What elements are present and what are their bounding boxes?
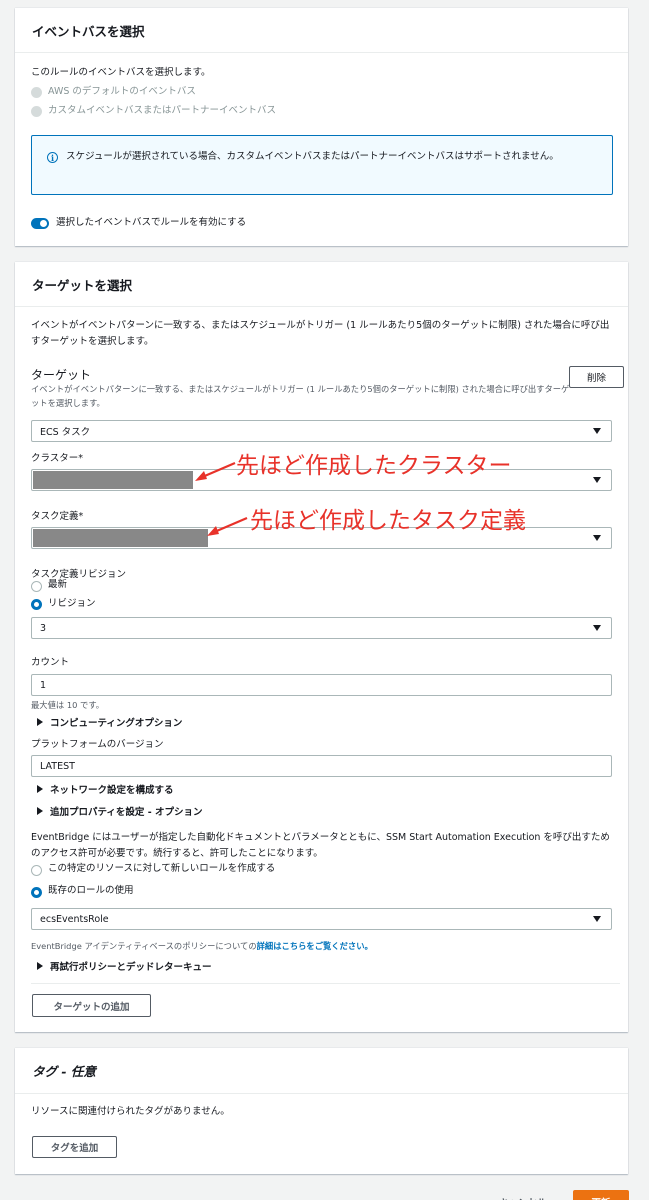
info-alert: i スケジュールが選択されている場合、カスタムイベントバスまたはパートナーイベン… [31, 135, 613, 195]
radio-latest-label: 最新 [48, 579, 68, 590]
role-select[interactable]: ecsEventsRole [31, 908, 612, 930]
platform-input[interactable]: LATEST [31, 755, 612, 777]
chevron-down-icon [593, 625, 601, 631]
revision-select[interactable]: 3 [31, 617, 612, 639]
cancel-button[interactable]: キャンセル [480, 1190, 566, 1200]
count-label: カウント [31, 657, 70, 668]
revision-label: タスク定義リビジョン [31, 569, 127, 580]
target-panel: ターゲットを選択 イベントがイベントパターンに一致する、またはスケジュールがトリ… [15, 262, 628, 1032]
cluster-label: クラスター* [31, 453, 84, 464]
target-subtext: イベントがイベントパターンに一致する、またはスケジュールがトリガー (1 ルール… [31, 384, 570, 408]
update-button[interactable]: 更新 [573, 1190, 629, 1200]
task-annotation: 先ほど作成したタスク定義 [250, 508, 526, 534]
caret-right-icon [37, 807, 43, 815]
cluster-annotation: 先ほど作成したクラスター [236, 453, 512, 479]
caret-right-icon [37, 962, 43, 970]
divider [31, 983, 620, 984]
enable-rule-label: 選択したイベントバスでルールを有効にする [56, 217, 247, 228]
delete-button[interactable]: 削除 [569, 366, 624, 388]
info-text: スケジュールが選択されている場合、カスタムイベントバスまたはパートナーイベントバ… [66, 151, 559, 162]
event-bus-description: このルールのイベントバスを選択します。 [31, 67, 211, 78]
policy-link[interactable]: 詳細はこちらをご覧ください。 [257, 941, 373, 951]
target-heading: ターゲット [31, 368, 92, 382]
radio-existing-role-label: 既存のロールの使用 [48, 885, 134, 896]
count-input[interactable]: 1 [31, 674, 612, 696]
caret-right-icon [37, 718, 43, 726]
radio-latest[interactable] [31, 581, 42, 592]
radio-revision-label: リビジョン [48, 598, 96, 609]
compute-options-expander[interactable]: コンピューティングオプション [37, 715, 182, 729]
chevron-down-icon [593, 535, 601, 541]
radio-default-bus-label: AWS のデフォルトのイベントバス [48, 86, 196, 97]
redacted-cluster-value [33, 471, 193, 489]
event-bus-title: イベントバスを選択 [15, 8, 628, 53]
tags-empty-text: リソースに関連付けられたタグがありません。 [31, 1106, 230, 1117]
add-tag-button[interactable]: タグを追加 [32, 1136, 117, 1158]
redacted-task-definition-value [33, 529, 208, 547]
task-definition-label: タスク定義* [31, 511, 84, 522]
retry-policy-expander[interactable]: 再試行ポリシーとデッドレターキュー [37, 959, 212, 973]
target-type-select[interactable]: ECS タスク [31, 420, 612, 442]
radio-custom-bus-label: カスタムイベントバスまたはパートナーイベントバス [48, 105, 277, 116]
network-config-label: ネットワーク設定を構成する [50, 785, 174, 796]
chevron-down-icon [593, 916, 601, 922]
chevron-down-icon [593, 428, 601, 434]
policy-text-label: EventBridge アイデンティティベースのポリシーについての [31, 941, 257, 951]
target-panel-title: ターゲットを選択 [15, 262, 628, 307]
additional-props-label: 追加プロパティを設定 - オプション [50, 807, 203, 818]
role-value: ecsEventsRole [40, 913, 109, 925]
radio-default-bus[interactable] [31, 87, 42, 98]
count-hint: 最大値は 10 です。 [31, 700, 105, 710]
radio-custom-bus[interactable] [31, 106, 42, 117]
platform-value: LATEST [40, 760, 75, 772]
event-bus-panel: イベントバスを選択 このルールのイベントバスを選択します。 AWS のデフォルト… [15, 8, 628, 246]
compute-options-label: コンピューティングオプション [50, 718, 183, 729]
target-type-value: ECS タスク [40, 427, 91, 438]
chevron-down-icon [593, 477, 601, 483]
enable-rule-toggle[interactable] [31, 218, 49, 229]
policy-text: EventBridge アイデンティティベースのポリシーについての詳細はこちらを… [31, 939, 373, 953]
tags-panel: タグ - 任意 リソースに関連付けられたタグがありません。 タグを追加 [15, 1048, 628, 1174]
target-panel-description: イベントがイベントパターンに一致する、またはスケジュールがトリガー (1 ルール… [31, 320, 610, 347]
tags-panel-title: タグ - 任意 [15, 1048, 628, 1094]
radio-new-role-label: この特定のリソースに対して新しいロールを作成する [48, 863, 276, 874]
toggle-knob [40, 220, 47, 227]
radio-revision[interactable] [31, 599, 42, 610]
info-icon: i [47, 152, 58, 163]
network-config-expander[interactable]: ネットワーク設定を構成する [37, 782, 174, 796]
platform-label: プラットフォームのバージョン [31, 739, 164, 750]
add-target-button[interactable]: ターゲットの追加 [32, 994, 151, 1017]
retry-policy-label: 再試行ポリシーとデッドレターキュー [50, 962, 212, 973]
revision-value: 3 [40, 622, 47, 634]
radio-existing-role[interactable] [31, 887, 42, 898]
radio-new-role[interactable] [31, 865, 42, 876]
count-value: 1 [40, 679, 47, 691]
permission-text: EventBridge にはユーザーが指定した自動化ドキュメントとパラメータとと… [31, 832, 610, 859]
caret-right-icon [37, 785, 43, 793]
additional-props-expander[interactable]: 追加プロパティを設定 - オプション [37, 804, 203, 818]
